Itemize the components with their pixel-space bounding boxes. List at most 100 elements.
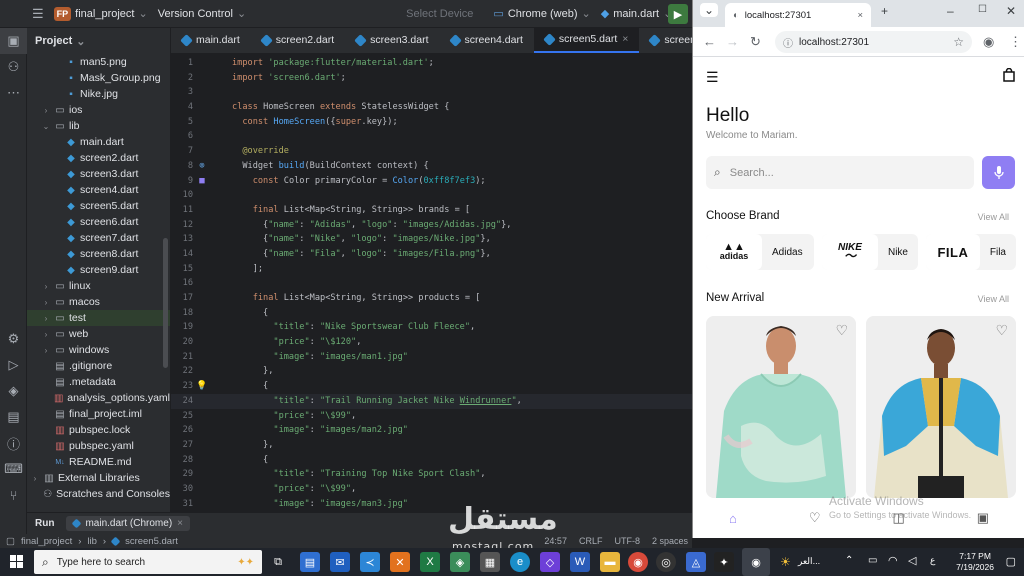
line-number[interactable]: 29: [171, 467, 193, 482]
line-number[interactable]: 1: [171, 56, 193, 71]
github-icon[interactable]: ◎: [656, 552, 676, 572]
cursor-position[interactable]: 24:57: [544, 536, 567, 546]
code-line[interactable]: 31 "image": "images/man3.jpg": [171, 497, 692, 512]
tree-item[interactable]: ▥ pubspec.lock: [27, 422, 170, 438]
tree-item[interactable]: ◆ screen8.dart: [27, 246, 170, 262]
copilot-icon[interactable]: ◬: [686, 552, 706, 572]
tab-search-icon[interactable]: ⌄: [700, 3, 719, 17]
chrome-app-icon[interactable]: ◇: [540, 552, 560, 572]
line-number[interactable]: 7: [171, 144, 193, 159]
favorite-heart-icon[interactable]: ♡: [995, 322, 1008, 339]
code-line[interactable]: 19 "title": "Nike Sportswear Club Fleece…: [171, 320, 692, 335]
code-line[interactable]: 21 "image": "images/man1.jpg": [171, 350, 692, 365]
run-tab[interactable]: main.dart (Chrome) ×: [66, 516, 190, 531]
tree-item[interactable]: M↓ README.md: [27, 454, 170, 470]
tree-item[interactable]: ⌄ ▭ lib: [27, 118, 170, 134]
folder-icon[interactable]: ▣: [0, 28, 27, 54]
code-line[interactable]: 20 "price": "\$120",: [171, 335, 692, 350]
tree-item[interactable]: ◆ main.dart: [27, 134, 170, 150]
flutter-inspector-icon[interactable]: ◈: [0, 378, 27, 404]
explorer-icon[interactable]: ▬: [600, 552, 620, 572]
line-number[interactable]: 30: [171, 482, 193, 497]
line-number[interactable]: 12: [171, 218, 193, 233]
file-encoding[interactable]: UTF-8: [614, 536, 640, 546]
code-line[interactable]: 17 final List<Map<String, String>> produ…: [171, 291, 692, 306]
vscode-icon[interactable]: ≺: [360, 552, 380, 572]
code-line[interactable]: 24 "title": "Trail Running Jacket Nike W…: [171, 393, 692, 409]
code-editor[interactable]: 1 import 'package:flutter/material.dart';…: [171, 54, 692, 512]
code-line[interactable]: 15 ];: [171, 262, 692, 277]
android-studio-icon[interactable]: ◈: [450, 552, 470, 572]
site-info-icon[interactable]: ⓘ: [783, 35, 793, 50]
xampp-icon[interactable]: ✕: [390, 552, 410, 572]
code-line[interactable]: 27 },: [171, 438, 692, 453]
tree-item[interactable]: › ▭ web: [27, 326, 170, 342]
code-line[interactable]: 13 {"name": "Nike", "logo": "images/Nike…: [171, 232, 692, 247]
task-view-icon[interactable]: ⧉: [268, 552, 288, 572]
code-line[interactable]: 28 {: [171, 453, 692, 468]
code-line[interactable]: 23 💡 {: [171, 379, 692, 394]
excel-icon[interactable]: X: [420, 552, 440, 572]
line-number[interactable]: 27: [171, 438, 193, 453]
expand-arrow-icon[interactable]: ›: [41, 282, 51, 291]
hamburger-menu-icon[interactable]: ☰: [706, 69, 719, 86]
code-line[interactable]: 8 ⊚ Widget build(BuildContext context) {: [171, 159, 692, 174]
expand-arrow-icon[interactable]: ›: [41, 298, 51, 307]
menu-icon[interactable]: ☰: [32, 6, 44, 22]
line-number[interactable]: 4: [171, 100, 193, 115]
tree-item[interactable]: › ▭ linux: [27, 278, 170, 294]
arrivals-view-all-link[interactable]: View All: [978, 294, 1009, 304]
taskbar-search[interactable]: ⌕ Type here to search ✦✦: [34, 550, 262, 574]
url-bar[interactable]: ⓘ localhost:27301 ☆: [775, 31, 972, 53]
brand-chip-adidas[interactable]: ▲▲ adidas Adidas: [706, 234, 814, 270]
chrome-active-icon[interactable]: ◉: [742, 548, 770, 576]
profile-icon[interactable]: ◉: [983, 34, 994, 50]
tree-item[interactable]: › ▭ macos: [27, 294, 170, 310]
brands-view-all-link[interactable]: View All: [978, 212, 1009, 222]
line-number[interactable]: 9: [171, 174, 193, 189]
code-line[interactable]: 29 "title": "Training Top Nike Sport Cla…: [171, 467, 692, 482]
line-number[interactable]: 21: [171, 350, 193, 365]
brand-chip-nike[interactable]: NIKE 〜 Nike: [822, 234, 918, 270]
chrome-icon[interactable]: ◉: [628, 552, 648, 572]
search-field[interactable]: ⌕ Search...: [706, 156, 974, 189]
code-line[interactable]: 1 import 'package:flutter/material.dart';: [171, 56, 692, 71]
volume-icon[interactable]: ◁: [908, 554, 916, 567]
run-label[interactable]: Run: [35, 518, 54, 529]
close-icon[interactable]: ×: [857, 10, 863, 21]
edge-icon[interactable]: e: [510, 552, 530, 572]
line-number[interactable]: 6: [171, 129, 193, 144]
line-number[interactable]: 14: [171, 247, 193, 262]
code-line[interactable]: 4 class HomeScreen extends StatelessWidge…: [171, 100, 692, 115]
tree-item[interactable]: ▥ pubspec.yaml: [27, 438, 170, 454]
code-line[interactable]: 14 {"name": "Fila", "logo": "images/Fila…: [171, 247, 692, 262]
tree-item[interactable]: ▤ final_project.iml: [27, 406, 170, 422]
run-config-selector[interactable]: ◆ main.dart ⌄: [601, 7, 673, 21]
system-clock[interactable]: 7:17 PM 7/19/2026: [956, 551, 994, 573]
wifi-icon[interactable]: ◠: [888, 554, 898, 567]
tree-item[interactable]: ▤ .gitignore: [27, 358, 170, 374]
code-line[interactable]: 7 @override: [171, 144, 692, 159]
expand-arrow-icon[interactable]: ›: [41, 330, 51, 339]
problems-icon[interactable]: ⓘ: [0, 430, 27, 456]
product-card[interactable]: ♡: [706, 316, 856, 498]
network-icon[interactable]: ▭: [868, 555, 877, 566]
shopping-bag-icon[interactable]: [1003, 67, 1015, 85]
tree-item[interactable]: › ▭ windows: [27, 342, 170, 358]
line-number[interactable]: 24: [171, 394, 193, 409]
line-number[interactable]: 17: [171, 291, 193, 306]
line-number[interactable]: 26: [171, 423, 193, 438]
close-icon[interactable]: ×: [177, 518, 183, 529]
run-tool-icon[interactable]: ▷: [0, 352, 27, 378]
tree-item[interactable]: ▪ Nike.jpg: [27, 86, 170, 102]
project-panel-header[interactable]: Project ⌄: [27, 28, 170, 54]
expand-arrow-icon[interactable]: ›: [30, 474, 40, 483]
editor-tab[interactable]: screen5.dart ×: [533, 28, 640, 53]
line-number[interactable]: 20: [171, 335, 193, 350]
code-line[interactable]: 10: [171, 188, 692, 203]
code-line[interactable]: 11 final List<Map<String, String>> brand…: [171, 203, 692, 218]
brand-chip-fila[interactable]: FILA Fila: [926, 234, 1016, 270]
scrollbar[interactable]: [163, 238, 168, 368]
breadcrumb-project[interactable]: final_project: [21, 536, 72, 547]
line-number[interactable]: 11: [171, 203, 193, 218]
